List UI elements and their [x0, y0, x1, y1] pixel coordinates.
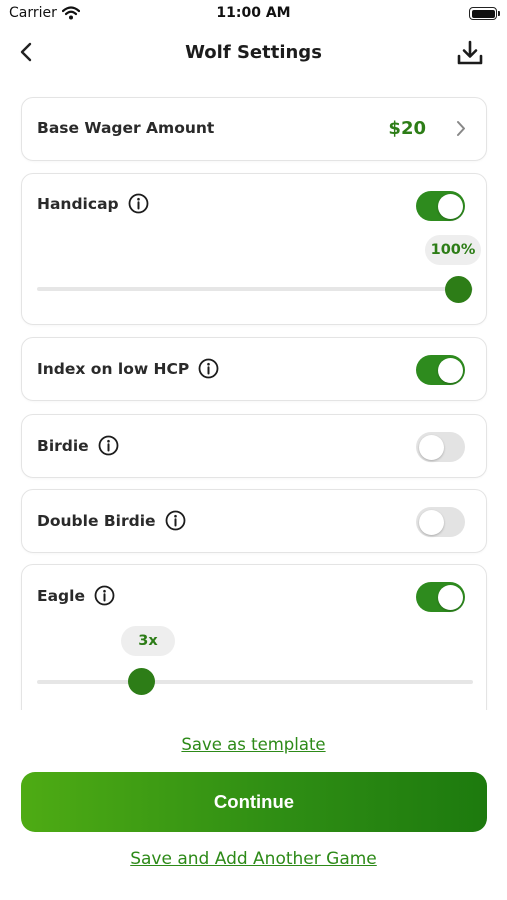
index-low-hcp-label: Index on low HCP: [37, 359, 190, 378]
index-low-hcp-toggle[interactable]: [416, 355, 465, 385]
status-time: 11:00 AM: [216, 5, 291, 21]
eagle-slider-value: 3x: [121, 626, 175, 656]
base-wager-row[interactable]: Base Wager Amount $20: [21, 97, 487, 161]
handicap-slider-track[interactable]: [37, 287, 473, 291]
info-icon[interactable]: [128, 193, 149, 214]
toggle-knob: [418, 509, 444, 535]
info-icon[interactable]: [165, 510, 186, 531]
handicap-label: Handicap: [37, 194, 119, 213]
page-title: Wolf Settings: [185, 42, 322, 63]
eagle-slider-track[interactable]: [37, 680, 473, 684]
settings-list[interactable]: Base Wager Amount $20 Handicap 100% Inde…: [0, 88, 507, 710]
birdie-toggle[interactable]: [416, 432, 465, 462]
handicap-slider-value: 100%: [425, 235, 481, 265]
eagle-toggle[interactable]: [416, 582, 465, 612]
double-birdie-row: Double Birdie: [21, 489, 487, 553]
continue-button[interactable]: Continue: [21, 772, 487, 832]
download-icon: [457, 40, 483, 65]
chevron-right-icon: [457, 121, 465, 136]
handicap-toggle[interactable]: [416, 191, 465, 221]
handicap-slider-thumb[interactable]: [445, 276, 472, 303]
toggle-knob: [418, 434, 444, 460]
eagle-row-label: Eagle: [37, 585, 115, 606]
double-birdie-toggle[interactable]: [416, 507, 465, 537]
eagle-slider-thumb[interactable]: [128, 668, 155, 695]
base-wager-label: Base Wager Amount: [37, 119, 215, 137]
save-and-add-game-link[interactable]: Save and Add Another Game: [0, 849, 507, 869]
eagle-card: Eagle 3x: [21, 564, 487, 710]
battery-icon: [469, 7, 500, 20]
birdie-row-label: Birdie: [37, 435, 119, 456]
double-birdie-label: Double Birdie: [37, 511, 156, 530]
status-bar: Carrier 11:00 AM: [0, 0, 507, 30]
toggle-knob: [437, 193, 463, 219]
base-wager-value: $20: [388, 118, 426, 139]
handicap-card: Handicap 100%: [21, 173, 487, 325]
eagle-label: Eagle: [37, 586, 85, 605]
download-button[interactable]: [455, 38, 485, 68]
double-birdie-row-label: Double Birdie: [37, 510, 186, 531]
navigation-bar: Wolf Settings: [0, 32, 507, 76]
handicap-row-label: Handicap: [37, 193, 149, 214]
birdie-label: Birdie: [37, 436, 89, 455]
info-icon[interactable]: [98, 435, 119, 456]
toggle-knob: [437, 584, 463, 610]
birdie-row: Birdie: [21, 414, 487, 478]
info-icon[interactable]: [198, 358, 219, 379]
index-low-hcp-row-label: Index on low HCP: [37, 358, 219, 379]
info-icon[interactable]: [94, 585, 115, 606]
index-low-hcp-row: Index on low HCP: [21, 337, 487, 401]
toggle-knob: [437, 357, 463, 383]
save-as-template-link[interactable]: Save as template: [0, 735, 507, 754]
